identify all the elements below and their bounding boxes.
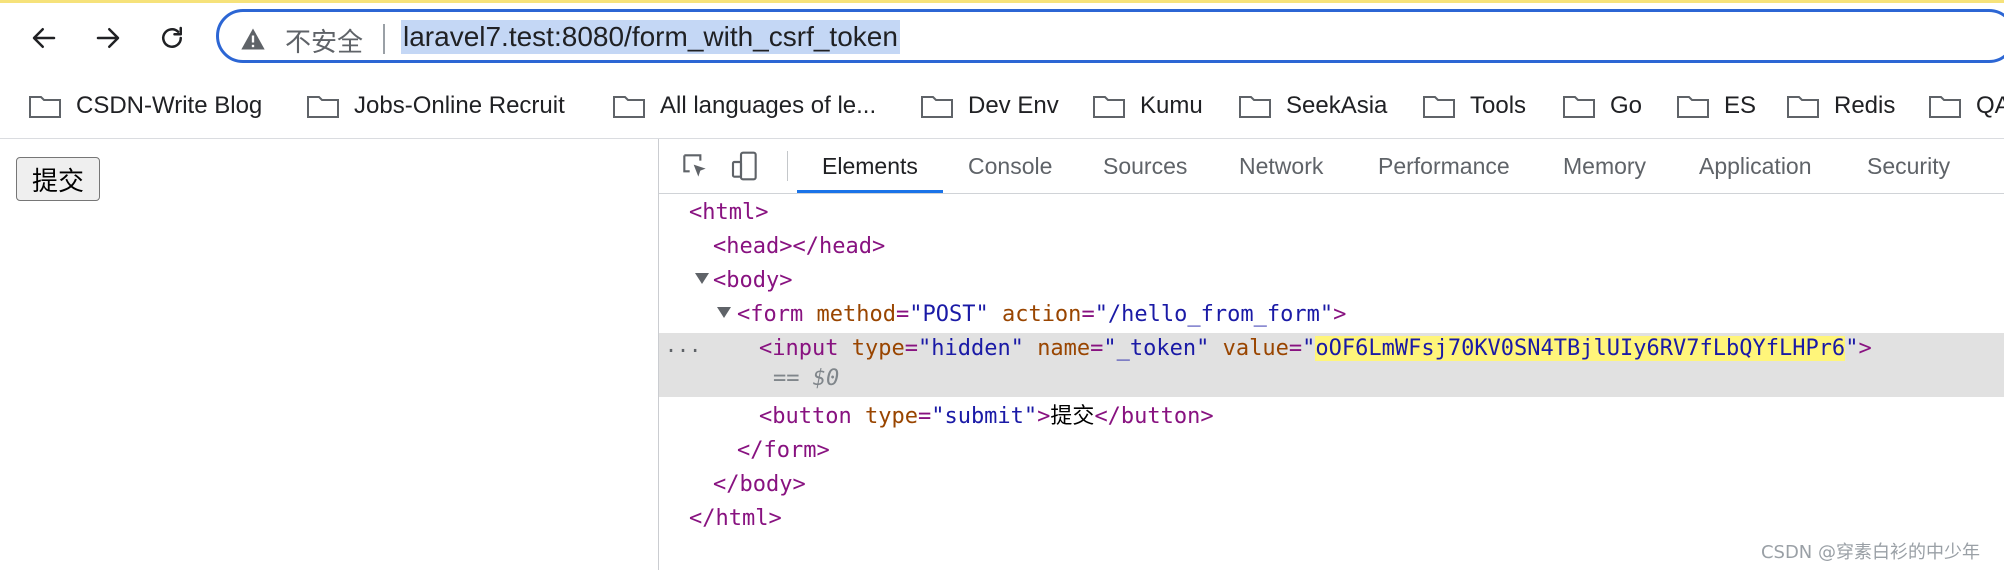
tab-sources[interactable]: Sources [1103, 139, 1187, 193]
folder-icon [1239, 96, 1271, 118]
bookmark-folder[interactable]: ES [1676, 88, 1756, 124]
more-options-icon[interactable]: ... [665, 329, 701, 361]
device-toolbar-icon[interactable] [729, 150, 761, 182]
tab-elements[interactable]: Elements [822, 139, 918, 193]
bookmark-folder[interactable]: QA [1928, 88, 2004, 124]
dom-node-body[interactable]: <body> [659, 265, 2004, 297]
dom-node-button[interactable]: <button type="submit">提交</button> [659, 401, 2004, 433]
devtools-tabbar: Elements Console Sources Network Perform… [659, 139, 2004, 194]
address-bar[interactable]: 不安全 laravel7.test:8080/form_with_csrf_to… [216, 9, 2004, 63]
reload-icon [162, 26, 182, 48]
tab-memory[interactable]: Memory [1563, 139, 1646, 193]
bookmark-folder[interactable]: Redis [1786, 88, 1895, 124]
dom-node-form[interactable]: <form method="POST" action="/hello_from_… [659, 299, 2004, 331]
url-text[interactable]: laravel7.test:8080/form_with_csrf_token [401, 20, 900, 54]
selected-node-ref: == $0 [773, 366, 840, 391]
dom-node-input-selected[interactable]: ... <input type="hidden" name="_token" v… [659, 333, 2004, 397]
folder-icon [307, 96, 339, 118]
reload-button[interactable] [152, 18, 192, 58]
dom-node-html-close[interactable]: </html> [659, 503, 2004, 535]
folder-icon [1787, 96, 1819, 118]
bookmark-folder[interactable]: Tools [1422, 88, 1526, 124]
watermark: CSDN @穿素白衫的中少年 [1760, 542, 1980, 563]
bookmark-folder[interactable]: CSDN-Write Blog [28, 88, 262, 124]
forward-button[interactable] [88, 18, 128, 58]
bookmark-folder[interactable]: All languages of le... [612, 88, 876, 124]
bookmark-folder[interactable]: SeekAsia [1238, 88, 1387, 124]
folder-icon [613, 96, 645, 118]
tab-performance[interactable]: Performance [1378, 139, 1510, 193]
folder-icon [1423, 96, 1455, 118]
tab-console[interactable]: Console [968, 139, 1052, 193]
active-tab-indicator [797, 190, 943, 193]
inspect-element-icon[interactable] [679, 150, 711, 182]
bookmark-folder[interactable]: Dev Env [920, 88, 1059, 124]
arrow-right-icon [96, 28, 120, 48]
bookmarks-bar: CSDN-Write Blog Jobs-Online Recruit All … [0, 84, 2004, 128]
back-button[interactable] [24, 18, 64, 58]
security-label[interactable]: 不安全 [285, 22, 363, 59]
toolbar-separator [787, 151, 788, 181]
folder-icon [1677, 96, 1709, 118]
folder-icon [1929, 96, 1961, 118]
tab-application[interactable]: Application [1699, 139, 1812, 193]
dom-node-head[interactable]: <head></head> [659, 231, 2004, 263]
bookmark-folder[interactable]: Jobs-Online Recruit [306, 88, 565, 124]
folder-icon [1563, 96, 1595, 118]
address-separator [383, 24, 385, 54]
browser-toolbar: 不安全 laravel7.test:8080/form_with_csrf_to… [0, 0, 2004, 78]
folder-icon [1093, 96, 1125, 118]
folder-icon [29, 96, 61, 118]
submit-button[interactable]: 提交 [16, 157, 100, 201]
devtools-panel: Elements Console Sources Network Perform… [659, 139, 2004, 570]
dom-node-html[interactable]: <html> [659, 197, 2004, 229]
dom-node-form-close[interactable]: </form> [659, 435, 2004, 467]
bookmark-folder[interactable]: Kumu [1092, 88, 1203, 124]
bookmark-folder[interactable]: Go [1562, 88, 1642, 124]
tab-security[interactable]: Security [1867, 139, 1950, 193]
page-viewport: 提交 [0, 139, 658, 570]
csrf-token-value[interactable]: oOF6LmWFsj70KV0SN4TBjlUIy6RV7fLbQYfLHPr6 [1315, 336, 1846, 361]
arrow-left-icon [32, 28, 56, 48]
tab-network[interactable]: Network [1239, 139, 1323, 193]
folder-icon [921, 96, 953, 118]
dom-node-body-close[interactable]: </body> [659, 469, 2004, 501]
warning-icon[interactable] [239, 25, 267, 53]
